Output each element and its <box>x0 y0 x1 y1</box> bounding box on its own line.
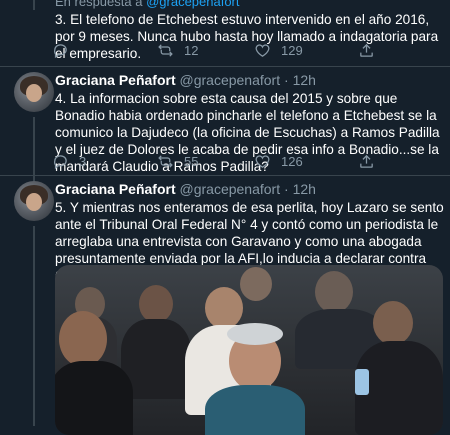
divider <box>0 66 450 67</box>
separator-dot: · <box>284 72 289 88</box>
tweet-header: Graciana Peñafort @gracepenafort · 12h <box>55 181 316 197</box>
share-icon <box>360 43 373 57</box>
retweet-count: 12 <box>184 43 199 58</box>
divider <box>0 175 450 176</box>
tweet-actions: 3 55 126 <box>52 153 392 173</box>
like-button[interactable]: 126 <box>254 153 303 170</box>
tweet-time[interactable]: 12h <box>293 181 316 197</box>
author-name[interactable]: Graciana Peñafort <box>55 181 176 197</box>
thread-line <box>33 226 35 426</box>
reply-count: 3 <box>79 154 87 169</box>
thread-line <box>33 117 35 187</box>
like-button[interactable]: 129 <box>254 42 303 59</box>
author-handle[interactable]: @gracepenafort <box>180 72 281 88</box>
retweet-icon <box>158 44 173 57</box>
tweet-time[interactable]: 12h <box>293 72 316 88</box>
tweet-photo[interactable] <box>55 265 443 435</box>
like-count: 129 <box>281 43 303 58</box>
separator-dot: · <box>284 181 289 197</box>
author-handle[interactable]: @gracepenafort <box>180 181 281 197</box>
tweet-header: Graciana Peñafort @gracepenafort · 12h <box>55 72 316 88</box>
author-name[interactable]: Graciana Peñafort <box>55 72 176 88</box>
like-icon <box>255 155 270 168</box>
avatar[interactable] <box>14 181 54 221</box>
thread-line <box>33 0 35 10</box>
reply-context-prefix: En respuesta a <box>55 0 143 9</box>
like-icon <box>255 44 270 57</box>
like-count: 126 <box>281 154 303 169</box>
retweet-icon <box>158 155 173 168</box>
retweet-button[interactable]: 12 <box>157 42 198 59</box>
reply-context: En respuesta a @gracepenafort <box>55 0 240 9</box>
share-icon <box>360 154 373 168</box>
retweet-count: 55 <box>184 154 199 169</box>
reply-button[interactable] <box>52 42 79 59</box>
retweet-button[interactable]: 55 <box>157 153 198 170</box>
reply-context-handle[interactable]: @gracepenafort <box>146 0 239 9</box>
tweet-actions: 12 129 <box>52 42 392 62</box>
reply-icon <box>54 155 67 170</box>
reply-icon <box>54 44 67 59</box>
reply-button[interactable]: 3 <box>52 153 86 170</box>
share-button[interactable] <box>358 42 375 59</box>
avatar[interactable] <box>14 72 54 112</box>
share-button[interactable] <box>358 153 375 170</box>
